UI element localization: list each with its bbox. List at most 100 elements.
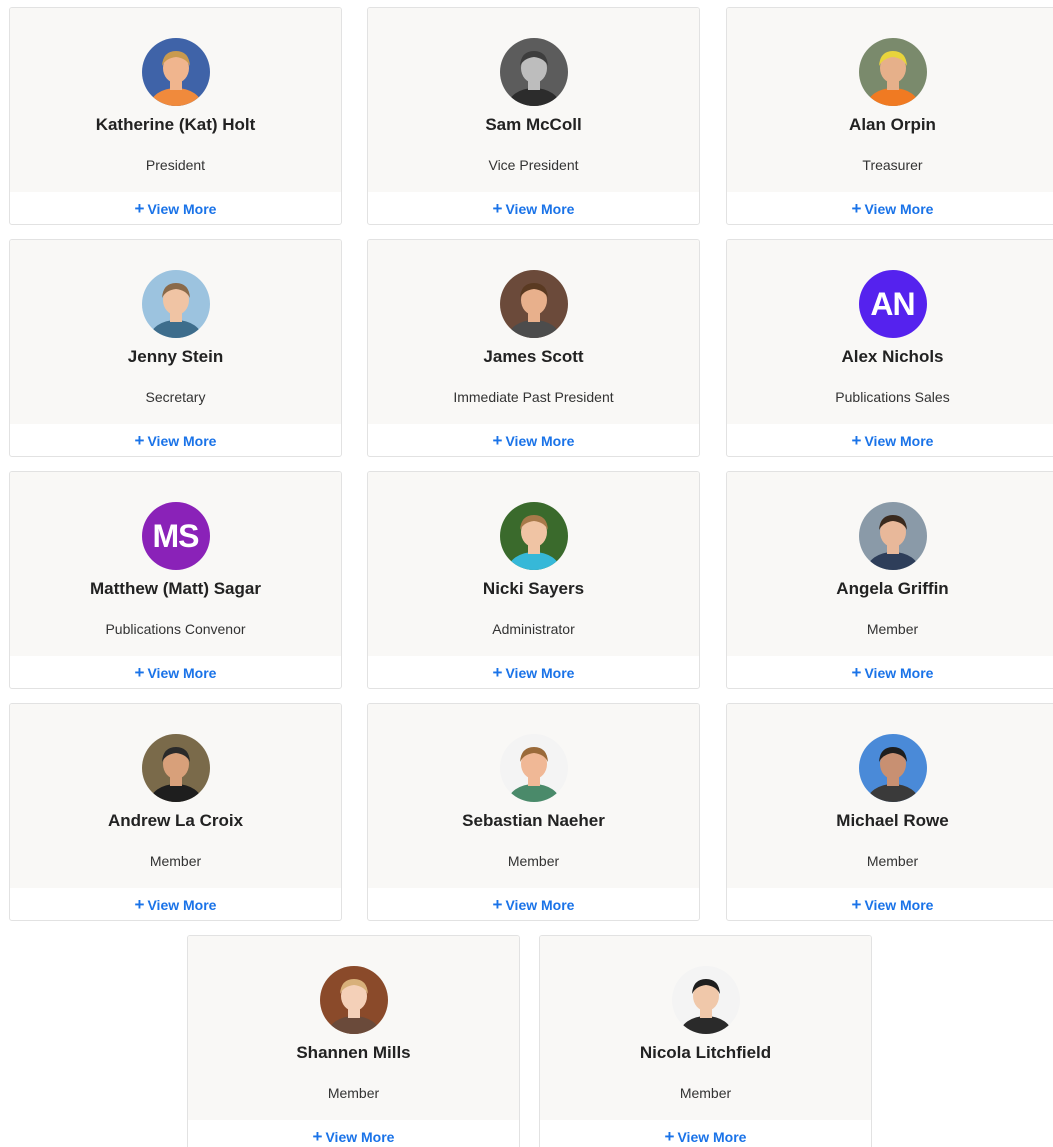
member-role: Member bbox=[866, 621, 919, 637]
view-more-label: View More bbox=[147, 665, 217, 681]
member-name: Andrew La Croix bbox=[107, 811, 244, 830]
view-more-link[interactable]: + View More bbox=[10, 431, 341, 451]
plus-icon: + bbox=[134, 431, 145, 450]
member-avatar: AN bbox=[858, 270, 927, 338]
member-role: Treasurer bbox=[862, 157, 923, 173]
view-more-link[interactable]: + View More bbox=[368, 199, 699, 219]
view-more-link[interactable]: + View More bbox=[368, 431, 699, 451]
view-more-label: View More bbox=[505, 433, 575, 449]
member-card: Nicki Sayers Administrator + View More bbox=[367, 471, 700, 689]
member-name: Sebastian Naeher bbox=[462, 811, 605, 830]
member-avatar bbox=[499, 38, 568, 106]
member-name: Matthew (Matt) Sagar bbox=[90, 579, 261, 598]
view-more-link[interactable]: + View More bbox=[368, 663, 699, 683]
member-avatar bbox=[319, 966, 388, 1034]
view-more-label: View More bbox=[864, 433, 934, 449]
plus-icon: + bbox=[492, 663, 503, 682]
plus-icon: + bbox=[851, 199, 862, 218]
member-role: Vice President bbox=[488, 157, 579, 173]
member-name: Jenny Stein bbox=[127, 347, 224, 366]
member-name: Nicola Litchfield bbox=[639, 1043, 772, 1062]
plus-icon: + bbox=[134, 895, 145, 914]
member-card: Andrew La Croix Member + View More bbox=[9, 703, 342, 921]
member-name: Alex Nichols bbox=[841, 347, 944, 366]
member-card: Jenny Stein Secretary + View More bbox=[9, 239, 342, 457]
member-avatar bbox=[141, 734, 210, 802]
member-avatar bbox=[858, 734, 927, 802]
member-avatar bbox=[141, 270, 210, 338]
plus-icon: + bbox=[851, 431, 862, 450]
member-avatar bbox=[141, 38, 210, 106]
member-name: Sam McColl bbox=[485, 115, 582, 134]
member-role: President bbox=[145, 157, 206, 173]
member-name: Angela Griffin bbox=[836, 579, 949, 598]
member-role: Member bbox=[327, 1085, 380, 1101]
plus-icon: + bbox=[492, 431, 503, 450]
view-more-label: View More bbox=[505, 897, 575, 913]
member-card: AN Alex Nichols Publications Sales + View Mo… bbox=[726, 239, 1053, 457]
member-role: Member bbox=[149, 853, 202, 869]
member-role: Publications Convenor bbox=[105, 621, 246, 637]
member-avatar: MS bbox=[141, 502, 210, 570]
view-more-link[interactable]: + View More bbox=[368, 895, 699, 915]
plus-icon: + bbox=[312, 1127, 323, 1146]
view-more-link[interactable]: + View More bbox=[10, 663, 341, 683]
view-more-link[interactable]: + View More bbox=[727, 431, 1053, 451]
member-avatar bbox=[858, 38, 927, 106]
member-card: Angela Griffin Member + View More bbox=[726, 471, 1053, 689]
member-card: Sebastian Naeher Member + View More bbox=[367, 703, 700, 921]
member-avatar bbox=[499, 270, 568, 338]
member-name: Michael Rowe bbox=[836, 811, 949, 830]
view-more-label: View More bbox=[147, 201, 217, 217]
view-more-label: View More bbox=[325, 1129, 395, 1145]
member-name: Alan Orpin bbox=[849, 115, 936, 134]
member-role: Member bbox=[507, 853, 560, 869]
view-more-link[interactable]: + View More bbox=[727, 895, 1053, 915]
member-name: Katherine (Kat) Holt bbox=[95, 115, 256, 134]
plus-icon: + bbox=[134, 199, 145, 218]
view-more-link[interactable]: + View More bbox=[727, 663, 1053, 683]
avatar-initials: MS bbox=[152, 517, 200, 554]
view-more-link[interactable]: + View More bbox=[540, 1127, 871, 1147]
member-card: Sam McColl Vice President + View More bbox=[367, 7, 700, 225]
member-card: Shannen Mills Member + View More bbox=[187, 935, 520, 1147]
member-avatar bbox=[671, 966, 740, 1034]
plus-icon: + bbox=[851, 895, 862, 914]
member-card: Michael Rowe Member + View More bbox=[726, 703, 1053, 921]
member-role: Member bbox=[866, 853, 919, 869]
view-more-label: View More bbox=[864, 665, 934, 681]
member-grid: Katherine (Kat) Holt President + View More S… bbox=[0, 0, 1053, 1147]
member-avatar bbox=[499, 734, 568, 802]
view-more-link[interactable]: + View More bbox=[727, 199, 1053, 219]
view-more-link[interactable]: + View More bbox=[10, 199, 341, 219]
member-card: Alan Orpin Treasurer + View More bbox=[726, 7, 1053, 225]
member-avatar bbox=[499, 502, 568, 570]
member-role: Immediate Past President bbox=[453, 389, 614, 405]
view-more-label: View More bbox=[505, 201, 575, 217]
plus-icon: + bbox=[664, 1127, 675, 1146]
member-name: James Scott bbox=[483, 347, 584, 366]
member-card: James Scott Immediate Past President + View… bbox=[367, 239, 700, 457]
member-card: Nicola Litchfield Member + View More bbox=[539, 935, 872, 1147]
plus-icon: + bbox=[492, 199, 503, 218]
view-more-label: View More bbox=[147, 433, 217, 449]
member-card: MS Matthew (Matt) Sagar Publications Conve… bbox=[9, 471, 342, 689]
member-role: Secretary bbox=[145, 389, 206, 405]
member-role: Member bbox=[679, 1085, 732, 1101]
plus-icon: + bbox=[134, 663, 145, 682]
plus-icon: + bbox=[492, 895, 503, 914]
avatar-initials: AN bbox=[870, 285, 915, 322]
member-avatar bbox=[858, 502, 927, 570]
member-name: Nicki Sayers bbox=[482, 579, 585, 598]
view-more-label: View More bbox=[864, 201, 934, 217]
view-more-link[interactable]: + View More bbox=[10, 895, 341, 915]
view-more-label: View More bbox=[864, 897, 934, 913]
member-role: Publications Sales bbox=[835, 389, 950, 405]
member-name: Shannen Mills bbox=[296, 1043, 411, 1062]
member-role: Administrator bbox=[492, 621, 575, 637]
plus-icon: + bbox=[851, 663, 862, 682]
view-more-label: View More bbox=[505, 665, 575, 681]
view-more-link[interactable]: + View More bbox=[188, 1127, 519, 1147]
view-more-label: View More bbox=[147, 897, 217, 913]
member-card: Katherine (Kat) Holt President + View More bbox=[9, 7, 342, 225]
